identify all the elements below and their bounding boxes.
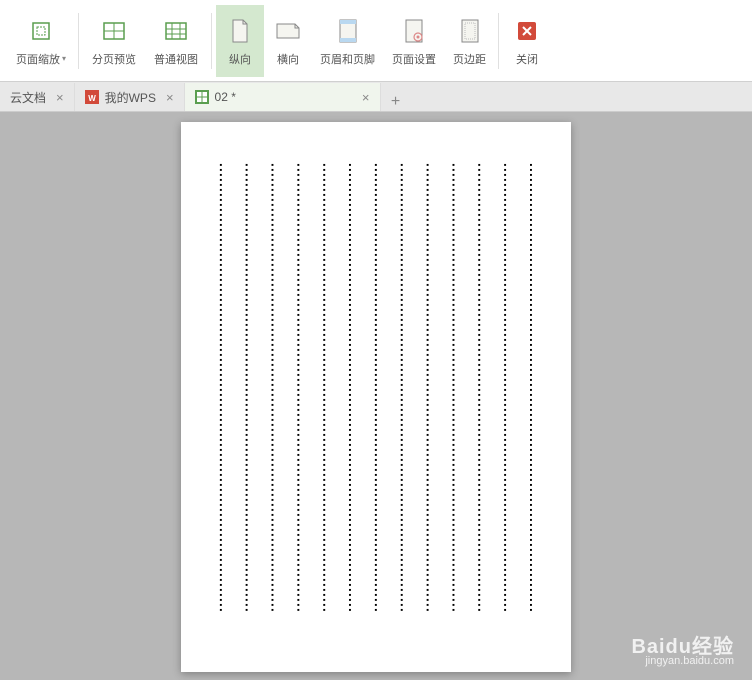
landscape-label: 横向: [277, 51, 299, 67]
separator: [211, 13, 212, 69]
portrait-label: 纵向: [229, 51, 251, 67]
dropdown-icon: ▾: [62, 54, 66, 63]
header-footer-icon: [332, 15, 364, 47]
normal-view-label: 普通视图: [154, 51, 198, 67]
tab-close-icon[interactable]: ×: [362, 90, 370, 105]
tab-label: 云文档: [10, 89, 46, 106]
normal-view-button[interactable]: 普通视图: [145, 5, 207, 77]
page-setup-icon: [398, 15, 430, 47]
document-content-grid: ■■■■■■■■■■■■■■■■■■■■■■■■■■■■■■■■■■■■■■■■…: [211, 162, 541, 612]
page-preview-icon: [98, 15, 130, 47]
tab-label: 我的WPS: [105, 89, 156, 106]
page-preview-label: 分页预览: [92, 51, 136, 67]
margins-label: 页边距: [453, 51, 486, 67]
landscape-icon: [272, 15, 304, 47]
print-preview-canvas[interactable]: ■■■■■■■■■■■■■■■■■■■■■■■■■■■■■■■■■■■■■■■■…: [0, 112, 752, 680]
margins-button[interactable]: 页边距: [445, 5, 494, 77]
close-label: 关闭: [516, 51, 538, 67]
add-tab-button[interactable]: +: [381, 93, 411, 111]
close-button[interactable]: 关闭: [503, 5, 551, 77]
spreadsheet-icon: [195, 90, 209, 104]
tab-my-wps[interactable]: W 我的WPS ×: [75, 83, 185, 111]
normal-view-icon: [160, 15, 192, 47]
tab-document-02[interactable]: 02 * ×: [185, 83, 381, 111]
tab-cloud-docs[interactable]: 云文档 ×: [0, 83, 75, 111]
portrait-icon: [224, 15, 256, 47]
svg-text:W: W: [88, 94, 96, 103]
landscape-button[interactable]: 横向: [264, 5, 312, 77]
zoom-button[interactable]: 页面缩放▾: [8, 5, 74, 77]
zoom-icon: [25, 15, 57, 47]
zoom-label: 页面缩放: [16, 51, 60, 67]
tab-close-icon[interactable]: ×: [166, 90, 174, 105]
page-setup-label: 页面设置: [392, 51, 436, 67]
ribbon-toolbar: 页面缩放▾ 分页预览 普通视图 纵向 横向 页眉和页脚 页面设置: [0, 0, 752, 82]
margins-icon: [454, 15, 486, 47]
close-icon: [511, 15, 543, 47]
tab-label: 02 *: [215, 90, 236, 104]
header-footer-button[interactable]: 页眉和页脚: [312, 5, 383, 77]
page-setup-button[interactable]: 页面设置: [383, 5, 445, 77]
preview-page: ■■■■■■■■■■■■■■■■■■■■■■■■■■■■■■■■■■■■■■■■…: [181, 122, 571, 672]
separator: [78, 13, 79, 69]
tab-close-icon[interactable]: ×: [56, 90, 64, 105]
portrait-button[interactable]: 纵向: [216, 5, 264, 77]
header-footer-label: 页眉和页脚: [320, 51, 375, 67]
document-tabs: 云文档 × W 我的WPS × 02 * × +: [0, 82, 752, 112]
separator: [498, 13, 499, 69]
wps-icon: W: [85, 90, 99, 104]
page-preview-button[interactable]: 分页预览: [83, 5, 145, 77]
